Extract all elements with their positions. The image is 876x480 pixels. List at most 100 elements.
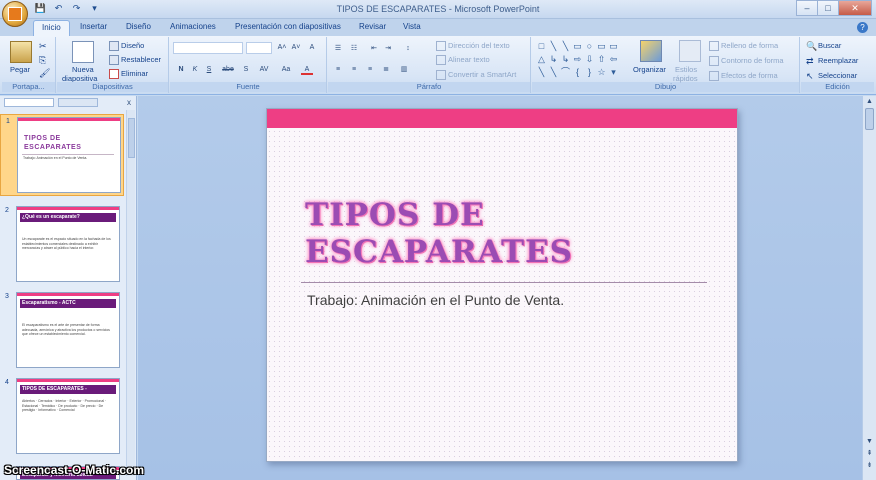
- previous-slide-icon[interactable]: ⇞: [864, 448, 875, 459]
- bullets-icon[interactable]: ☰: [332, 43, 344, 54]
- align-center-icon[interactable]: ≡: [348, 64, 360, 75]
- text-direction-button[interactable]: Dirección del texto: [436, 41, 510, 52]
- tab-outline[interactable]: [58, 98, 98, 107]
- shape-elbow-icon[interactable]: ↳: [548, 53, 559, 65]
- format-painter-icon[interactable]: 🖌: [39, 68, 50, 79]
- replace-button[interactable]: ⇄ Reemplazar: [806, 56, 858, 66]
- shape-diag-icon[interactable]: ╲: [536, 66, 547, 78]
- slides-pane-scrollbar[interactable]: [126, 110, 135, 476]
- shape-oval-icon[interactable]: ○: [584, 40, 595, 52]
- slide-thumbnail-1[interactable]: 1 TIPOS DE ESCAPARATES Trabajo: Animació…: [0, 114, 124, 196]
- find-button[interactable]: 🔍Buscar: [806, 41, 841, 51]
- shape-right-arrow-icon[interactable]: ⇨: [572, 53, 583, 65]
- layout-button[interactable]: Diseño: [109, 41, 145, 52]
- decrease-indent-icon[interactable]: ⇤: [368, 43, 380, 54]
- next-slide-icon[interactable]: ⇟: [864, 460, 875, 471]
- quick-styles-button[interactable]: Estilos: [675, 65, 697, 74]
- shape-elbow2-icon[interactable]: ↳: [560, 53, 571, 65]
- paste-button[interactable]: Pegar: [10, 65, 30, 74]
- shape-triangle-icon[interactable]: △: [536, 53, 547, 65]
- tab-inicio[interactable]: Inicio: [33, 20, 70, 36]
- change-case-button[interactable]: Aa: [278, 64, 294, 75]
- font-name-input[interactable]: [173, 42, 243, 54]
- shape-star-icon[interactable]: ☆: [596, 66, 607, 78]
- slide-subtitle[interactable]: Trabajo: Animación en el Punto de Venta.: [307, 292, 564, 308]
- layout-label: Diseño: [121, 41, 145, 50]
- office-button[interactable]: [2, 1, 28, 27]
- columns-icon[interactable]: ▥: [398, 64, 410, 75]
- shape-rectangle-icon[interactable]: □: [536, 40, 547, 52]
- shape-brace-left-icon[interactable]: {: [572, 66, 583, 78]
- group-label-fuente: Fuente: [170, 82, 326, 92]
- close-button[interactable]: ✕: [838, 0, 872, 16]
- copy-icon[interactable]: ⎘: [39, 55, 46, 66]
- select-button[interactable]: ↖ Seleccionar: [806, 71, 857, 81]
- tab-presentacion[interactable]: Presentación con diapositivas: [235, 22, 341, 31]
- underline-button[interactable]: S: [203, 64, 215, 75]
- shape-fill-button[interactable]: Relleno de forma: [709, 41, 778, 52]
- bold-button[interactable]: N: [175, 64, 187, 75]
- strikethrough-button[interactable]: abe: [220, 64, 236, 75]
- shape-textbox-icon[interactable]: ▭: [572, 40, 583, 52]
- numbering-icon[interactable]: ☷: [348, 43, 360, 54]
- shrink-font-button[interactable]: A˅: [290, 42, 302, 53]
- editor-scrollbar[interactable]: ▲ ▼ ⇞ ⇟: [862, 96, 876, 480]
- slide-thumbnail-3[interactable]: 3 Escaparatismo - ACTC El escaparatismo …: [0, 290, 124, 372]
- slide-title[interactable]: TIPOS DE ESCAPARATES: [305, 197, 705, 271]
- justify-icon[interactable]: ≣: [380, 64, 392, 75]
- shape-arc-icon[interactable]: ⌒: [560, 66, 571, 78]
- slide-thumbnail-4[interactable]: 4 TIPOS DE ESCAPARATES - clasificados Ab…: [0, 376, 124, 458]
- slides-pane-scroll-thumb[interactable]: [128, 118, 135, 158]
- italic-button[interactable]: K: [189, 64, 201, 75]
- line-spacing-icon[interactable]: ↕: [402, 43, 414, 54]
- clear-format-button[interactable]: A: [306, 42, 318, 53]
- increase-indent-icon[interactable]: ⇥: [382, 43, 394, 54]
- shape-outline-label: Contorno de forma: [721, 56, 784, 65]
- shape-rounded-rect-icon[interactable]: ▭: [608, 40, 619, 52]
- tab-insertar[interactable]: Insertar: [80, 22, 107, 31]
- shape-left-arrow-icon[interactable]: ⇦: [608, 53, 619, 65]
- char-spacing-button[interactable]: AV: [256, 64, 272, 75]
- shape-effects-button[interactable]: Efectos de forma: [709, 71, 778, 82]
- font-size-input[interactable]: [246, 42, 272, 54]
- shape-brace-right-icon[interactable]: }: [584, 66, 595, 78]
- editor-scroll-thumb[interactable]: [865, 108, 874, 130]
- quick-styles-button-line2[interactable]: rápidos: [673, 74, 698, 83]
- thumb-accent-bar: [17, 293, 119, 296]
- grow-font-button[interactable]: A˄: [276, 42, 288, 53]
- help-icon[interactable]: ?: [857, 22, 868, 33]
- slide-title-line-2: ESCAPARATES: [305, 234, 574, 270]
- cut-icon[interactable]: ✂: [39, 41, 47, 52]
- smartart-button[interactable]: Convertir a SmartArt: [436, 70, 516, 81]
- arrange-button[interactable]: Organizar: [633, 65, 666, 74]
- slide-thumbnail-2[interactable]: 2 ¿Qué es un escaparate? Un escaparate e…: [0, 204, 124, 286]
- tab-revisar[interactable]: Revisar: [359, 22, 386, 31]
- shape-up-arrow-icon[interactable]: ⇧: [596, 53, 607, 65]
- shapes-more-icon[interactable]: ▾: [608, 66, 619, 78]
- scroll-up-icon[interactable]: ▲: [864, 96, 875, 107]
- minimize-button[interactable]: –: [796, 0, 818, 16]
- shape-diag2-icon[interactable]: ╲: [548, 66, 559, 78]
- maximize-button[interactable]: □: [817, 0, 839, 16]
- tab-animaciones[interactable]: Animaciones: [170, 22, 216, 31]
- scroll-down-icon[interactable]: ▼: [864, 436, 875, 447]
- tab-vista[interactable]: Vista: [403, 22, 421, 31]
- current-slide[interactable]: TIPOS DE ESCAPARATES Trabajo: Animación …: [266, 108, 738, 462]
- shape-effects-icon: [709, 71, 719, 82]
- shadow-button[interactable]: S: [240, 64, 252, 75]
- reset-button[interactable]: Restablecer: [109, 55, 161, 66]
- align-right-icon[interactable]: ≡: [364, 64, 376, 75]
- font-color-button[interactable]: A: [301, 64, 313, 75]
- delete-button[interactable]: Eliminar: [109, 69, 148, 80]
- shape-rect2-icon[interactable]: ▭: [596, 40, 607, 52]
- shape-down-arrow-icon[interactable]: ⇩: [584, 53, 595, 65]
- tab-slides[interactable]: [4, 98, 54, 107]
- shape-arrow-line-icon[interactable]: ╲: [560, 40, 571, 52]
- align-left-icon[interactable]: ≡: [332, 64, 344, 75]
- new-slide-button[interactable]: Nueva: [72, 65, 94, 74]
- shape-line-icon[interactable]: ╲: [548, 40, 559, 52]
- align-text-button[interactable]: Alinear texto: [436, 55, 490, 66]
- shape-outline-button[interactable]: Contorno de forma: [709, 56, 784, 67]
- close-pane-icon[interactable]: x: [127, 98, 131, 107]
- tab-diseno[interactable]: Diseño: [126, 22, 151, 31]
